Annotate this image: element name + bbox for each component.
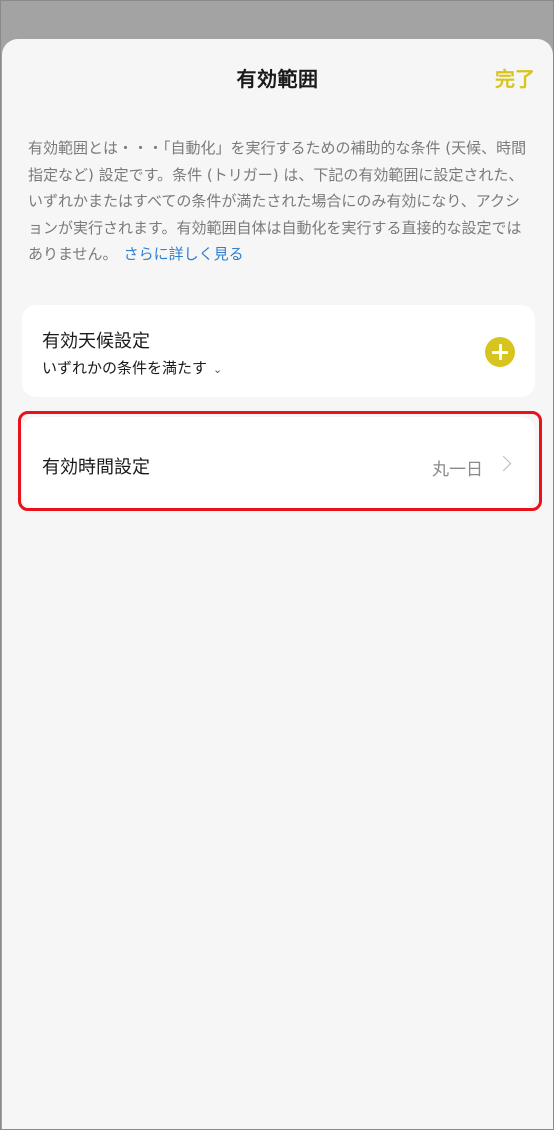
page-title: 有効範囲 — [236, 67, 319, 91]
description-text: 有効範囲とは・・・「自動化」を実行するための補助的な条件 (天候、時間指定など)… — [28, 135, 528, 268]
bottom-sheet: 有効範囲 完了 有効範囲とは・・・「自動化」を実行するための補助的な条件 (天候… — [2, 39, 553, 1129]
description-body: 有効範囲とは・・・「自動化」を実行するための補助的な条件 (天候、時間指定など)… — [28, 139, 527, 263]
condition-dropdown-label: いずれかの条件を満たす — [42, 359, 208, 377]
time-setting-row[interactable]: 有効時間設定 丸一日 — [22, 417, 535, 509]
time-setting-value: 丸一日 — [432, 460, 483, 480]
add-weather-button[interactable] — [485, 337, 515, 367]
learn-more-link[interactable]: さらに詳しく見る — [124, 245, 244, 263]
time-setting-title: 有効時間設定 — [42, 457, 150, 478]
weather-setting-title: 有効天候設定 — [42, 331, 150, 352]
done-button[interactable]: 完了 — [495, 63, 535, 92]
chevron-down-icon: ⌄ — [213, 363, 223, 376]
weather-setting-card: 有効天候設定 いずれかの条件を満たす ⌄ — [22, 305, 535, 397]
chevron-right-icon — [495, 455, 512, 472]
condition-dropdown[interactable]: いずれかの条件を満たす ⌄ — [42, 357, 222, 378]
screen-frame: 有効範囲 完了 有効範囲とは・・・「自動化」を実行するための補助的な条件 (天候… — [0, 0, 554, 1130]
sheet-header: 有効範囲 完了 — [2, 39, 553, 113]
